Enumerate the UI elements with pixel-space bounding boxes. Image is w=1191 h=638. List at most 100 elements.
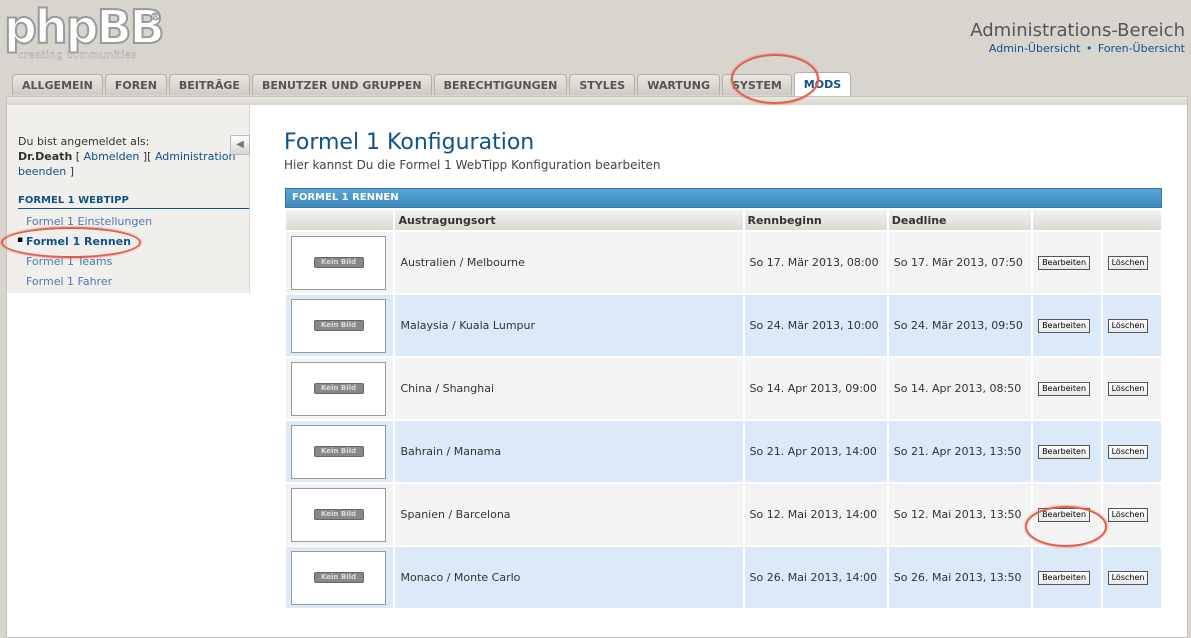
race-location: Spanien / Barcelona (395, 484, 743, 545)
race-deadline: So 17. Mär 2013, 07:50 (888, 232, 1032, 293)
race-image-placeholder: Kein Bild (291, 235, 386, 290)
sidebar-item-einstellungen[interactable]: Formel 1 Einstellungen (26, 215, 152, 228)
delete-cell: Löschen (1102, 484, 1161, 545)
column-header-deadline: Deadline (888, 210, 1032, 230)
races-table-wrapper: FORMEL 1 RENNEN Austragungsort Rennbegin… (285, 188, 1162, 610)
edit-cell: Bearbeiten (1033, 421, 1101, 482)
delete-button[interactable]: Löschen (1107, 256, 1149, 270)
race-deadline: So 26. Mai 2013, 13:50 (888, 547, 1032, 608)
race-deadline: So 12. Mai 2013, 13:50 (888, 484, 1032, 545)
race-image-cell: Kein Bild (286, 232, 394, 293)
logged-in-label: Du bist angemeldet als: (18, 135, 150, 148)
tab-wartung[interactable]: WARTUNG (637, 74, 720, 95)
delete-cell: Löschen (1102, 232, 1161, 293)
tab-benutzer-und-gruppen[interactable]: BENUTZER UND GRUPPEN (251, 74, 432, 95)
highlight-ring-mods-tab (731, 54, 819, 104)
race-image-placeholder: Kein Bild (291, 550, 386, 605)
race-location: Bahrain / Manama (395, 421, 743, 482)
race-image-placeholder: Kein Bild (291, 424, 386, 479)
table-caption: FORMEL 1 RENNEN (285, 188, 1162, 208)
race-image-cell: Kein Bild (286, 295, 394, 356)
tab-styles[interactable]: STYLES (569, 74, 636, 95)
race-location: Malaysia / Kuala Lumpur (395, 295, 743, 356)
login-actions: Dr.Death [ Abmelden ][ Administration be… (18, 149, 238, 179)
edit-cell: Bearbeiten (1033, 547, 1101, 608)
race-deadline: So 21. Apr 2013, 13:50 (888, 421, 1032, 482)
logo-registered-mark: ® (150, 10, 162, 24)
main-panel: Du bist angemeldet als: Dr.Death [ Abmel… (6, 96, 1188, 638)
delete-button[interactable]: Löschen (1107, 445, 1149, 459)
table-row: Kein Bild China / Shanghai So 14. Apr 2013… (286, 358, 1161, 419)
admin-area-title: Administrations-Bereich (970, 20, 1185, 41)
bracket-close: ] (66, 165, 75, 178)
table-row: Kein Bild Monaco / Monte Carlo So 26. Mai … (286, 547, 1161, 608)
race-deadline: So 24. Mär 2013, 09:50 (888, 295, 1032, 356)
race-image-cell: Kein Bild (286, 358, 394, 419)
logo-text: phpBB (3, 0, 166, 55)
logout-link[interactable]: Abmelden (84, 150, 140, 163)
collapse-sidebar-icon[interactable]: ◀ (230, 135, 250, 155)
table-row: Kein Bild Malaysia / Kuala Lumpur So 24. M… (286, 295, 1161, 356)
race-image-cell: Kein Bild (286, 547, 394, 608)
table-row: Kein Bild Bahrain / Manama So 21. Apr 2013… (286, 421, 1161, 482)
delete-button[interactable]: Löschen (1107, 319, 1149, 333)
page-title: Formel 1 Konfiguration (284, 130, 535, 155)
no-image-badge: Kein Bild (313, 383, 364, 394)
race-location: Australien / Melbourne (395, 232, 743, 293)
tab-allgemein[interactable]: ALLGEMEIN (12, 74, 103, 95)
link-separator: • (1085, 42, 1093, 55)
menu-section-title: FORMEL 1 WEBTIPP (18, 195, 249, 209)
edit-button[interactable]: Bearbeiten (1038, 571, 1091, 585)
forum-overview-link[interactable]: Foren-Übersicht (1098, 42, 1185, 55)
edit-button[interactable]: Bearbeiten (1038, 256, 1091, 270)
bracket-middle: ][ (139, 150, 155, 163)
edit-button[interactable]: Bearbeiten (1038, 445, 1091, 459)
tab-berechtigungen[interactable]: BERECHTIGUNGEN (433, 74, 568, 95)
delete-cell: Löschen (1102, 547, 1161, 608)
race-start: So 12. Mai 2013, 14:00 (744, 484, 887, 545)
column-header-image (286, 210, 394, 230)
highlight-ring-rennen-item (1, 227, 141, 258)
delete-button[interactable]: Löschen (1107, 571, 1149, 585)
table-header-row: Austragungsort Rennbeginn Deadline (286, 210, 1161, 230)
tab-beitraege[interactable]: BEITRÄGE (168, 74, 250, 95)
race-start: So 21. Apr 2013, 14:00 (744, 421, 887, 482)
page-description: Hier kannst Du die Formel 1 WebTipp Konf… (284, 158, 661, 172)
no-image-badge: Kein Bild (313, 446, 364, 457)
column-header-start: Rennbeginn (744, 210, 887, 230)
race-start: So 26. Mai 2013, 14:00 (744, 547, 887, 608)
column-header-actions (1033, 210, 1161, 230)
race-image-placeholder: Kein Bild (291, 298, 386, 353)
login-info: Du bist angemeldet als: Dr.Death [ Abmel… (18, 134, 238, 179)
no-image-badge: Kein Bild (313, 257, 364, 268)
header-links: Admin-Übersicht • Foren-Übersicht (989, 42, 1185, 55)
sidebar: Du bist angemeldet als: Dr.Death [ Abmel… (7, 105, 250, 293)
race-deadline: So 14. Apr 2013, 08:50 (888, 358, 1032, 419)
column-header-location: Austragungsort (395, 210, 743, 230)
bracket-open: [ (72, 150, 84, 163)
delete-cell: Löschen (1102, 358, 1161, 419)
no-image-badge: Kein Bild (313, 509, 364, 520)
race-start: So 14. Apr 2013, 09:00 (744, 358, 887, 419)
delete-button[interactable]: Löschen (1107, 508, 1149, 522)
highlight-ring-edit-button (1025, 506, 1107, 547)
race-location: China / Shanghai (395, 358, 743, 419)
logo-tagline: creating communities (18, 50, 137, 61)
delete-cell: Löschen (1102, 295, 1161, 356)
sidebar-item-fahrer[interactable]: Formel 1 Fahrer (26, 275, 112, 288)
phpbb-logo[interactable]: phpBB ® creating communities (3, 0, 166, 64)
admin-overview-link[interactable]: Admin-Übersicht (989, 42, 1080, 55)
edit-cell: Bearbeiten (1033, 232, 1101, 293)
edit-cell: Bearbeiten (1033, 358, 1101, 419)
edit-button[interactable]: Bearbeiten (1038, 319, 1091, 333)
race-start: So 17. Mär 2013, 08:00 (744, 232, 887, 293)
delete-cell: Löschen (1102, 421, 1161, 482)
edit-button[interactable]: Bearbeiten (1038, 382, 1091, 396)
race-start: So 24. Mär 2013, 10:00 (744, 295, 887, 356)
race-location: Monaco / Monte Carlo (395, 547, 743, 608)
race-image-placeholder: Kein Bild (291, 487, 386, 542)
race-image-cell: Kein Bild (286, 421, 394, 482)
delete-button[interactable]: Löschen (1107, 382, 1149, 396)
username: Dr.Death (18, 150, 73, 163)
tab-foren[interactable]: FOREN (104, 74, 167, 95)
